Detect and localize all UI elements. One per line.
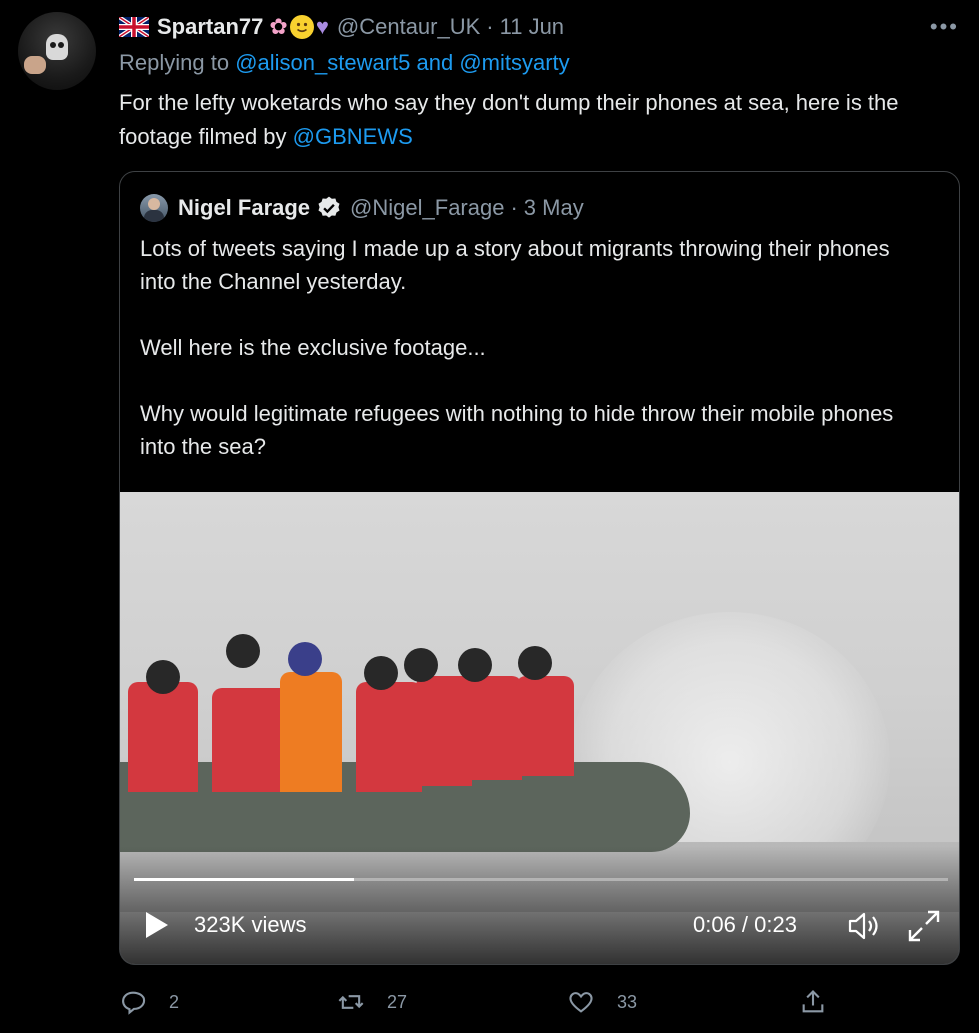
purple-heart-icon: ♥ xyxy=(315,14,329,39)
tweet-body: For the lefty woketards who say they don… xyxy=(119,90,899,149)
avatar-arm xyxy=(24,56,46,74)
volume-icon[interactable] xyxy=(846,910,882,942)
heart-icon xyxy=(569,992,593,1013)
tweet-actions: 2 27 33 xyxy=(119,988,839,1022)
reply-button[interactable]: 2 xyxy=(119,988,179,1016)
passenger xyxy=(280,672,342,792)
video-progress-bar[interactable] xyxy=(134,878,948,881)
view-count: 323K views xyxy=(194,912,307,937)
fullscreen-icon[interactable] xyxy=(906,908,942,944)
video-time: 0:06 / 0:23 xyxy=(693,912,797,937)
quote-paragraph: Well here is the exclusive footage... xyxy=(140,335,486,360)
quote-author-handle[interactable]: @Nigel_Farage xyxy=(350,195,504,221)
reply-icon xyxy=(122,991,146,1015)
quoted-tweet[interactable]: Nigel Farage @Nigel_Farage · 3 May Lots … xyxy=(119,171,960,965)
quote-author-avatar[interactable] xyxy=(140,194,168,222)
mention-link[interactable]: @GBNEWS xyxy=(293,124,413,149)
verified-badge-icon xyxy=(318,196,340,218)
like-button[interactable]: 33 xyxy=(567,988,637,1016)
separator-dot: · xyxy=(510,195,518,220)
retweet-button[interactable]: 27 xyxy=(337,988,407,1016)
quote-header: Nigel Farage @Nigel_Farage · 3 May xyxy=(140,194,584,222)
share-button[interactable] xyxy=(799,988,827,1016)
author-avatar[interactable] xyxy=(18,12,96,90)
author-name[interactable]: Spartan77 xyxy=(157,14,263,40)
share-icon xyxy=(802,990,824,1013)
video-controls: 323K views 0:06 / 0:23 xyxy=(120,902,959,952)
passenger xyxy=(128,682,198,792)
passenger-head xyxy=(404,648,438,682)
replying-to-line: Replying to @alison_stewart5 and @mitsya… xyxy=(119,50,570,76)
tweet-date[interactable]: 11 Jun xyxy=(500,14,564,40)
uk-flag-icon xyxy=(119,17,149,37)
reply-count: 2 xyxy=(169,991,180,1012)
tweet-header: Spartan77 ✿ ♥ @Centaur_UK · 11 Jun xyxy=(119,12,564,42)
tweet-text: For the lefty woketards who say they don… xyxy=(119,86,959,154)
cherry-blossom-icon: ✿ xyxy=(269,14,288,39)
passenger xyxy=(356,682,422,792)
passenger-head xyxy=(226,634,260,668)
passenger-head xyxy=(288,642,322,676)
replying-prefix: Replying to xyxy=(119,50,230,75)
author-handle[interactable]: @Centaur_UK xyxy=(337,14,480,40)
avatar-skull-graphic xyxy=(46,34,68,60)
video-progress-fill xyxy=(134,878,354,881)
passenger-head xyxy=(518,646,552,680)
passenger-head xyxy=(458,648,492,682)
passenger xyxy=(212,688,290,792)
quote-text: Lots of tweets saying I made up a story … xyxy=(140,232,930,463)
passenger-head xyxy=(146,660,180,694)
passenger xyxy=(516,676,574,776)
video-player[interactable]: 323K views 0:06 / 0:23 xyxy=(120,492,959,964)
passenger xyxy=(466,676,522,780)
replying-to-links[interactable]: @alison_stewart5 and @mitsyarty xyxy=(235,50,569,75)
like-count: 33 xyxy=(617,991,638,1012)
separator-dot: · xyxy=(486,14,494,39)
play-icon[interactable] xyxy=(146,912,168,938)
quote-paragraph: Why would legitimate refugees with nothi… xyxy=(140,401,894,459)
more-options-icon[interactable]: ••• xyxy=(930,14,959,40)
passenger xyxy=(416,676,472,786)
quote-paragraph: Lots of tweets saying I made up a story … xyxy=(140,236,890,294)
retweet-count: 27 xyxy=(387,991,408,1012)
quote-date[interactable]: 3 May xyxy=(524,195,584,221)
quote-author-name[interactable]: Nigel Farage xyxy=(178,195,310,221)
retweet-icon xyxy=(338,995,364,1009)
passenger-head xyxy=(364,656,398,690)
smiley-face-icon xyxy=(289,15,314,39)
